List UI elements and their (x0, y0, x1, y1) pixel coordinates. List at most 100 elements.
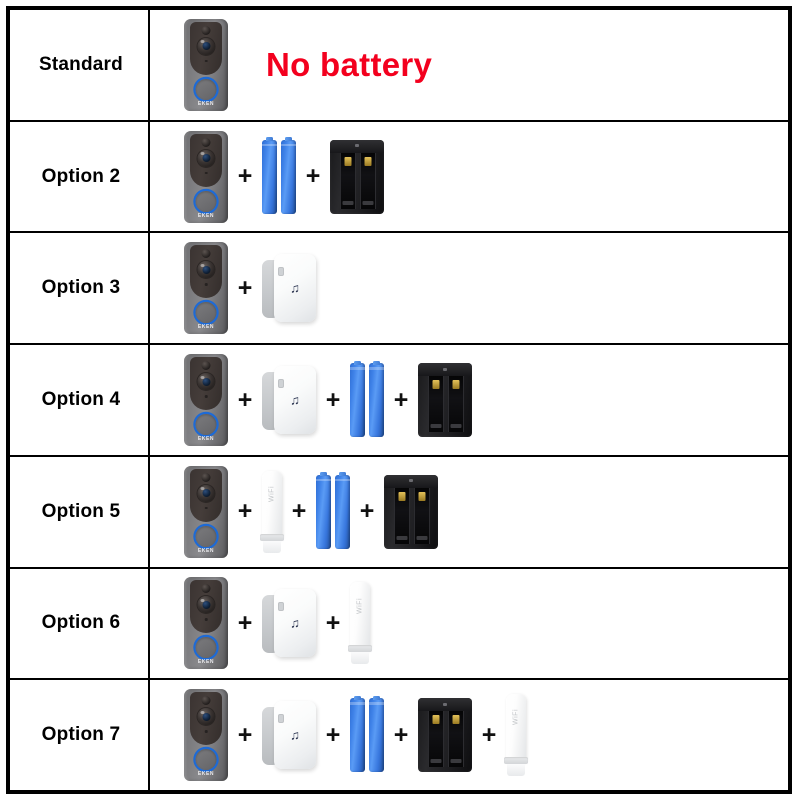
battery-cell[interactable] (262, 137, 277, 214)
music-note-icon: ♫ (290, 392, 300, 408)
doorbell-ring-button[interactable] (195, 78, 217, 100)
motion-sensor-icon (201, 137, 211, 147)
battery-charger[interactable] (384, 474, 438, 549)
battery-cell[interactable] (335, 472, 350, 549)
product-options-sheet: Standard EKEN No battery Option 2 EKEN + + Opti… (0, 0, 800, 800)
product-slot (418, 363, 472, 438)
wifi-extender[interactable]: WiFi (348, 582, 372, 665)
doorbell-ring-button[interactable] (195, 749, 217, 771)
charger-contact-icon (344, 156, 352, 166)
product-slot: EKEN (184, 18, 228, 111)
motion-sensor-icon (201, 696, 211, 706)
battery-pair[interactable] (350, 360, 384, 438)
chime-pairing-button[interactable] (277, 267, 284, 277)
wireless-chime[interactable]: ♫ (262, 366, 316, 435)
motion-sensor-icon (201, 584, 211, 594)
product-slot: EKEN (184, 354, 228, 447)
doorbell-ring-button[interactable] (195, 302, 217, 324)
battery-cell[interactable] (350, 695, 365, 773)
battery-charger[interactable] (418, 363, 472, 438)
wireless-chime[interactable]: ♫ (262, 589, 316, 658)
option-label-cell[interactable]: Option 6 (10, 568, 150, 679)
charger-spring-contact (416, 535, 428, 540)
plus-sign: + (359, 497, 375, 526)
charger-bay-left[interactable] (428, 376, 444, 433)
battery-charger[interactable] (330, 139, 384, 214)
option-label-cell[interactable]: Option 7 (10, 680, 150, 791)
doorbell-ring-button[interactable] (195, 190, 217, 212)
product-slot: WiFi (260, 470, 284, 553)
camera-lens-icon (197, 373, 215, 391)
microphone-icon (204, 395, 208, 398)
doorbell-ring-button[interactable] (195, 414, 217, 436)
option-items-cell: EKEN + WiFi + + (150, 457, 788, 567)
option-label-cell[interactable]: Standard (10, 10, 150, 120)
camera-lens-icon (197, 37, 215, 55)
doorbell-brand-label: EKEN (197, 771, 215, 778)
plus-sign: + (325, 608, 341, 637)
wifi-extender-plug (504, 757, 528, 765)
camera-lens-icon (197, 596, 215, 614)
wireless-chime[interactable]: ♫ (262, 701, 316, 770)
option-label-cell[interactable]: Option 5 (10, 456, 150, 567)
plus-sign: + (237, 162, 253, 191)
charger-top-panel (384, 474, 438, 488)
wifi-extender[interactable]: WiFi (260, 470, 284, 553)
option-items-cell: EKEN + ♫ (150, 233, 788, 343)
battery-cell[interactable] (369, 360, 384, 438)
battery-pair[interactable] (316, 472, 350, 549)
microphone-icon (204, 506, 208, 510)
option-label-cell[interactable]: Option 3 (10, 233, 150, 344)
battery-cell[interactable] (369, 695, 384, 773)
music-note-icon: ♫ (290, 280, 300, 296)
product-slot: WiFi (504, 694, 528, 777)
chime-front-panel: ♫ (274, 589, 316, 658)
chime-pairing-button[interactable] (277, 379, 284, 389)
doorbell-brand-label: EKEN (197, 547, 215, 554)
product-slot (384, 474, 438, 549)
video-doorbell[interactable]: EKEN (184, 577, 228, 670)
charger-led-indicator (443, 702, 447, 706)
charger-contact-icon (398, 491, 406, 501)
wifi-extender-body: WiFi (262, 470, 282, 539)
charger-led-indicator (409, 479, 413, 483)
charger-bay-right[interactable] (360, 152, 376, 209)
battery-cell[interactable] (350, 360, 365, 438)
doorbell-ring-button[interactable] (195, 525, 217, 547)
plus-sign: + (237, 608, 253, 637)
video-doorbell[interactable]: EKEN (184, 242, 228, 335)
chime-pairing-button[interactable] (277, 602, 284, 612)
battery-cell[interactable] (316, 472, 331, 549)
wifi-extender-label: WiFi (356, 597, 364, 614)
video-doorbell[interactable]: EKEN (184, 18, 228, 111)
charger-bay-left[interactable] (394, 487, 410, 544)
battery-pair[interactable] (350, 695, 384, 773)
charger-bay-right[interactable] (414, 487, 430, 544)
option-label: Option 6 (41, 612, 121, 634)
chime-pairing-button[interactable] (277, 714, 284, 724)
product-slot: EKEN (184, 130, 228, 223)
camera-lens-icon (197, 708, 215, 726)
battery-pair[interactable] (262, 137, 296, 214)
doorbell-ring-button[interactable] (195, 637, 217, 659)
charger-bay-left[interactable] (428, 711, 444, 768)
charger-bay-left[interactable] (340, 152, 356, 209)
video-doorbell[interactable]: EKEN (184, 465, 228, 558)
doorbell-faceplate (190, 357, 222, 411)
option-label-cell[interactable]: Option 4 (10, 345, 150, 455)
charger-bay-right[interactable] (448, 376, 464, 433)
option-label-cell[interactable]: Option 2 (10, 121, 150, 232)
battery-charger[interactable] (418, 698, 472, 773)
battery-cell[interactable] (281, 137, 296, 214)
doorbell-brand-label: EKEN (197, 324, 215, 331)
charger-bay-right[interactable] (448, 711, 464, 768)
product-slot (350, 695, 384, 773)
wifi-extender[interactable]: WiFi (504, 694, 528, 777)
wireless-chime[interactable]: ♫ (262, 254, 316, 323)
video-doorbell[interactable]: EKEN (184, 689, 228, 782)
video-doorbell[interactable]: EKEN (184, 354, 228, 447)
video-doorbell[interactable]: EKEN (184, 130, 228, 223)
wifi-extender-body: WiFi (350, 582, 370, 651)
charger-led-indicator (443, 367, 447, 371)
product-slot: ♫ (262, 366, 316, 435)
